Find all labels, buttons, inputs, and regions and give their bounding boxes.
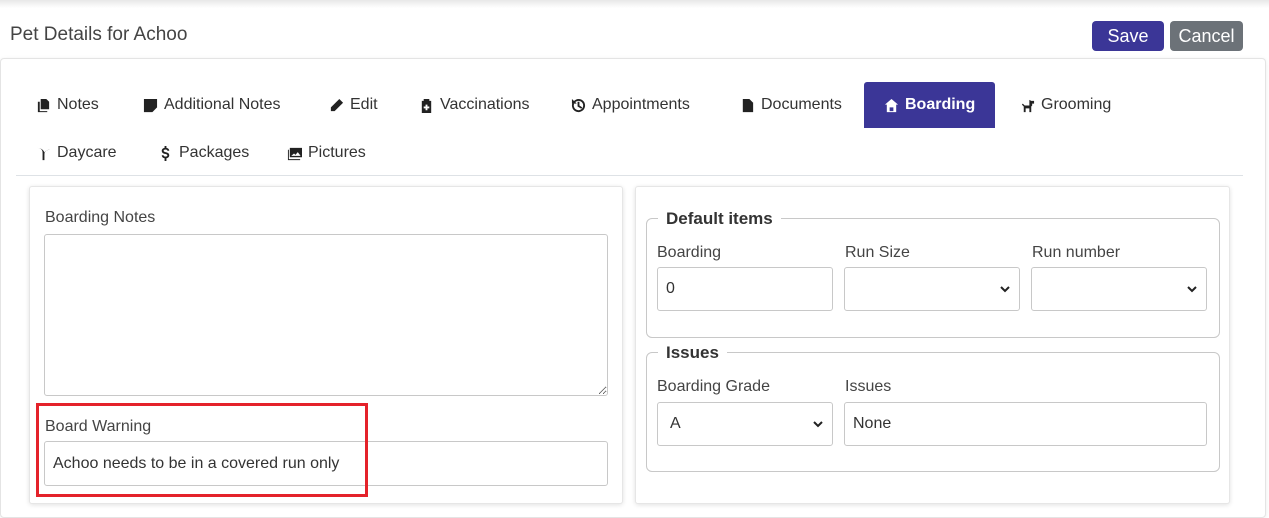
tab-additional-notes[interactable]: Additional Notes bbox=[143, 82, 281, 128]
tab-documents[interactable]: Documents bbox=[740, 82, 842, 128]
tab-label: Pictures bbox=[308, 144, 366, 161]
home-icon bbox=[884, 98, 899, 112]
issues-input[interactable]: None bbox=[844, 402, 1207, 446]
boarding-count-value: 0 bbox=[666, 280, 675, 297]
copy-icon bbox=[37, 98, 50, 112]
tab-label: Documents bbox=[761, 96, 842, 113]
chevron-down-icon bbox=[1187, 286, 1197, 293]
tab-packages[interactable]: Packages bbox=[158, 130, 249, 176]
sticky-note-icon bbox=[143, 98, 158, 112]
boarding-notes-label: Boarding Notes bbox=[45, 209, 156, 226]
issues-value: None bbox=[853, 415, 892, 432]
tab-vaccinations[interactable]: Vaccinations bbox=[419, 82, 530, 128]
tab-label: Edit bbox=[350, 96, 378, 113]
boarding-notes-textarea[interactable] bbox=[44, 234, 608, 396]
top-shadow bbox=[0, 0, 1269, 8]
tabs-divider bbox=[16, 175, 1243, 176]
run-size-select[interactable] bbox=[844, 267, 1020, 311]
boarding-count-input[interactable]: 0 bbox=[657, 267, 833, 311]
images-icon bbox=[287, 147, 302, 160]
tab-label: Daycare bbox=[57, 144, 117, 161]
boarding-count-label: Boarding bbox=[657, 244, 722, 261]
tab-label: Packages bbox=[179, 144, 250, 161]
boarding-grade-value: A bbox=[670, 415, 681, 432]
tab-label: Notes bbox=[57, 96, 99, 113]
chevron-down-icon bbox=[813, 421, 823, 428]
run-size-label: Run Size bbox=[845, 244, 910, 261]
tab-label: Vaccinations bbox=[440, 96, 530, 113]
tab-label: Additional Notes bbox=[164, 96, 281, 113]
tab-label: Grooming bbox=[1041, 96, 1112, 113]
issues-legend: Issues bbox=[658, 343, 727, 363]
chevron-down-icon bbox=[1000, 286, 1010, 293]
tab-pictures[interactable]: Pictures bbox=[287, 130, 366, 176]
save-button[interactable]: Save bbox=[1092, 21, 1164, 51]
tab-grooming[interactable]: Grooming bbox=[1020, 82, 1111, 128]
tab-appointments[interactable]: Appointments bbox=[571, 82, 690, 128]
pencil-icon bbox=[330, 98, 344, 111]
boarding-grade-select[interactable]: A bbox=[657, 402, 833, 446]
dog-icon bbox=[1021, 99, 1035, 112]
tab-notes[interactable]: Notes bbox=[36, 82, 99, 128]
cancel-button[interactable]: Cancel bbox=[1170, 21, 1243, 51]
page-title: Pet Details for Achoo bbox=[10, 24, 188, 45]
tab-boarding[interactable]: Boarding bbox=[864, 82, 996, 128]
run-number-select[interactable] bbox=[1031, 267, 1207, 311]
default-items-legend: Default items bbox=[658, 209, 781, 229]
tab-daycare[interactable]: Daycare bbox=[36, 130, 117, 176]
boarding-grade-label: Boarding Grade bbox=[657, 378, 770, 395]
history-icon bbox=[571, 98, 586, 112]
file-icon bbox=[742, 98, 754, 112]
seedling-icon bbox=[36, 147, 51, 160]
run-number-label: Run number bbox=[1032, 244, 1121, 261]
board-warning-highlight bbox=[36, 403, 368, 497]
tab-edit[interactable]: Edit bbox=[329, 82, 378, 128]
dollar-icon bbox=[161, 145, 170, 161]
issues-label: Issues bbox=[845, 378, 892, 395]
medical-clipboard-icon bbox=[421, 98, 432, 113]
tab-label: Boarding bbox=[905, 96, 976, 113]
tab-label: Appointments bbox=[592, 96, 690, 113]
